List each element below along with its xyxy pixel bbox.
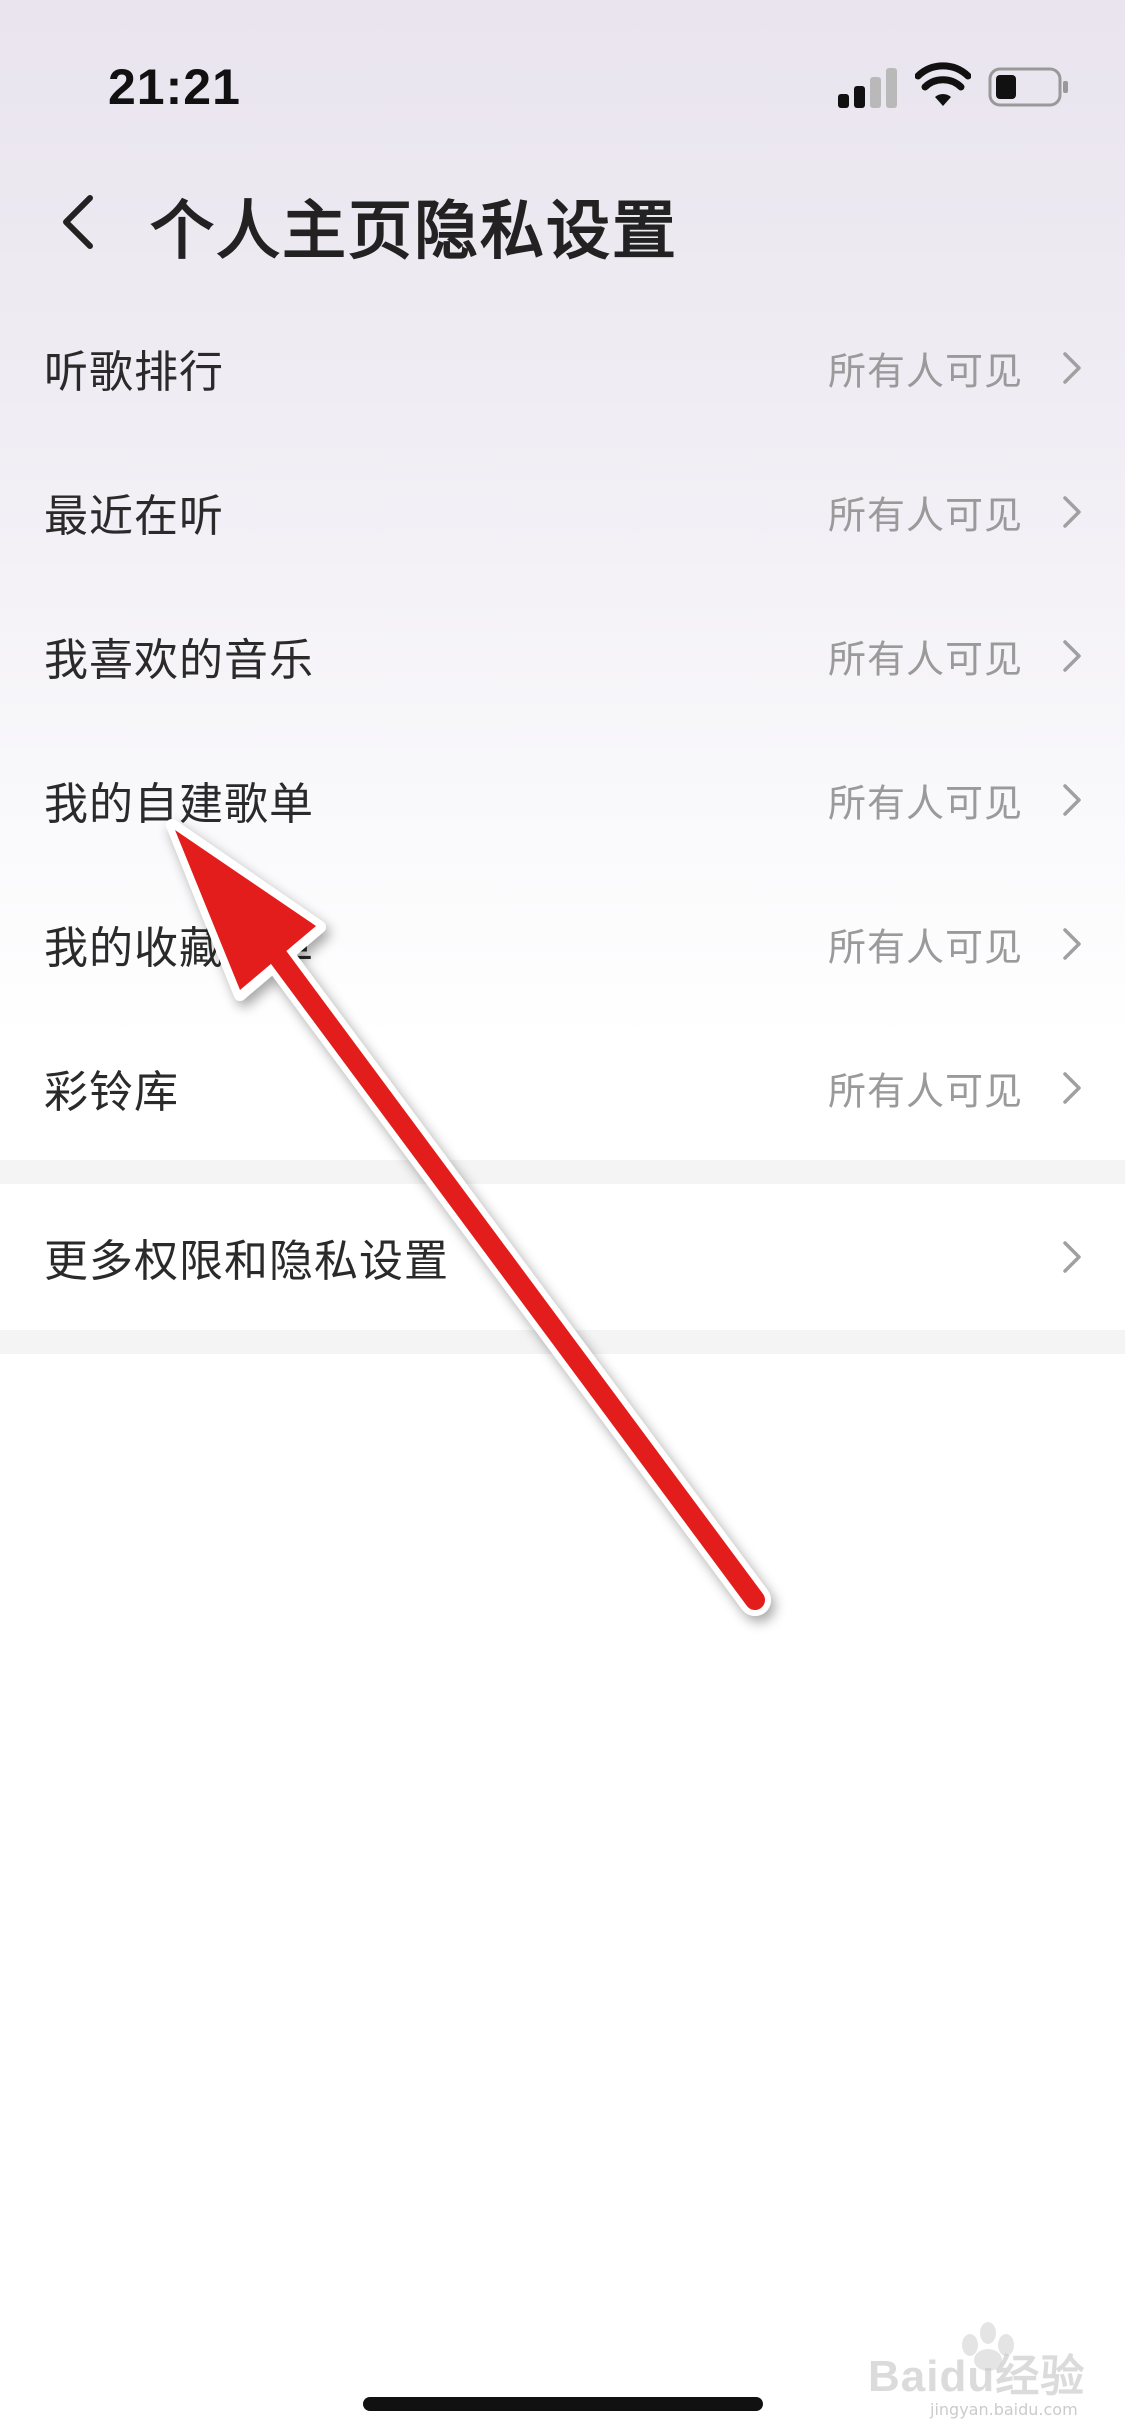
back-button[interactable]: [50, 180, 110, 260]
settings-list: 听歌排行 所有人可见 最近在听 所有人可见 我喜欢的音乐 所有人可见 我的自建歌…: [0, 296, 1125, 1354]
chevron-right-icon: [1063, 784, 1081, 816]
header: 个人主页隐私设置: [0, 150, 1125, 290]
section-divider: [0, 1330, 1125, 1354]
setting-row-collected-playlists[interactable]: 我的收藏歌单 所有人可见: [0, 872, 1125, 1016]
page-title: 个人主页隐私设置: [150, 195, 678, 269]
setting-row-listening-ranking[interactable]: 听歌排行 所有人可见: [0, 296, 1125, 440]
home-indicator[interactable]: [363, 2397, 763, 2411]
setting-row-ringtone-library[interactable]: 彩铃库 所有人可见: [0, 1016, 1125, 1160]
setting-value: 所有人可见: [827, 493, 1023, 538]
status-time: 21:21: [108, 59, 241, 115]
battery-icon: [988, 67, 1068, 107]
setting-label: 我喜欢的音乐: [44, 635, 314, 686]
wifi-icon: [915, 62, 971, 106]
setting-row-created-playlists[interactable]: 我的自建歌单 所有人可见: [0, 728, 1125, 872]
chevron-right-icon: [1063, 928, 1081, 960]
setting-value: 所有人可见: [827, 349, 1023, 394]
setting-value: 所有人可见: [827, 1069, 1023, 1114]
setting-row-liked-music[interactable]: 我喜欢的音乐 所有人可见: [0, 584, 1125, 728]
setting-value: 所有人可见: [827, 637, 1023, 682]
watermark-subtext: jingyan.baidu.com: [930, 2400, 1078, 2419]
signal-icon: [838, 66, 898, 108]
setting-value: 所有人可见: [827, 781, 1023, 826]
chevron-right-icon: [1063, 1072, 1081, 1104]
chevron-right-icon: [1063, 1241, 1081, 1273]
chevron-right-icon: [1063, 496, 1081, 528]
setting-label: 最近在听: [44, 491, 224, 542]
more-privacy-settings-label: 更多权限和隐私设置: [44, 1236, 449, 1287]
watermark-text: Baidu经验: [868, 2352, 1086, 2401]
chevron-left-icon: [63, 195, 93, 249]
chevron-right-icon: [1063, 640, 1081, 672]
status-bar: 21:21: [0, 0, 1125, 132]
setting-label: 我的自建歌单: [44, 779, 314, 830]
setting-value: 所有人可见: [827, 925, 1023, 970]
section-divider: [0, 1160, 1125, 1184]
setting-label: 听歌排行: [44, 347, 224, 398]
screen: 21:21 个人主页隐私设置 听歌排行 所有人可见 最近在听 所有人可见 我喜欢…: [0, 0, 1125, 2436]
setting-row-recently-played[interactable]: 最近在听 所有人可见: [0, 440, 1125, 584]
chevron-right-icon: [1063, 352, 1081, 384]
setting-label: 我的收藏歌单: [44, 923, 314, 974]
more-privacy-settings-row[interactable]: 更多权限和隐私设置: [0, 1184, 1125, 1330]
setting-label: 彩铃库: [44, 1067, 179, 1118]
